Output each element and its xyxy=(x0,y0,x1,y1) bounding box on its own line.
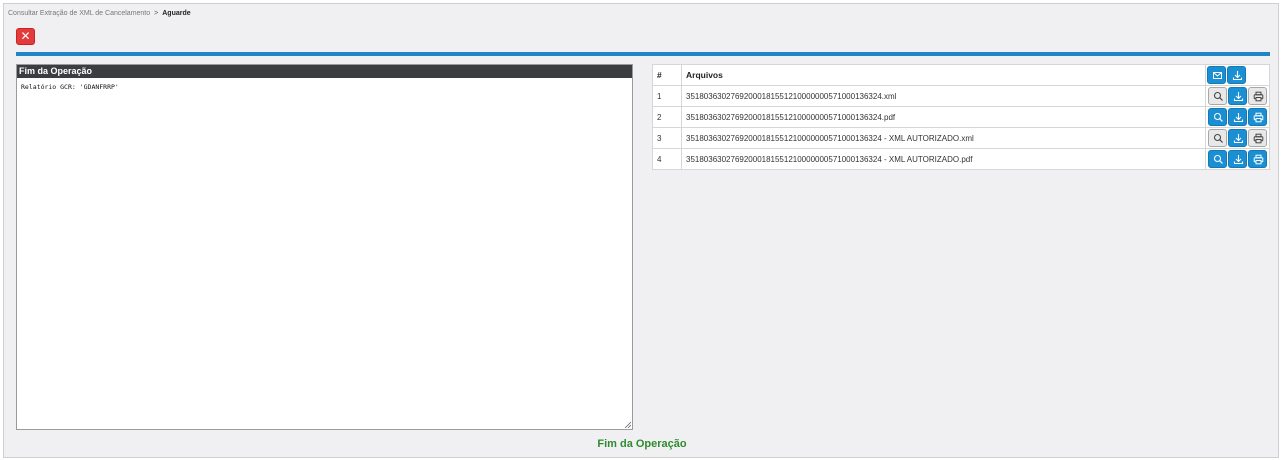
table-row: 1 351803630276920001815512100000005710001… xyxy=(652,85,1270,107)
email-all-button[interactable] xyxy=(1206,66,1226,84)
close-button[interactable]: ✕ xyxy=(16,28,35,45)
breadcrumb-current: Aguarde xyxy=(162,10,191,17)
file-name: 3518036302769200018155121000000057100013… xyxy=(681,127,1206,149)
search-icon xyxy=(1213,91,1223,101)
status-text: Fim da Operação xyxy=(597,438,687,450)
print-button[interactable] xyxy=(1248,87,1267,105)
file-name: 3518036302769200018155121000000057100013… xyxy=(681,106,1206,128)
download-all-button[interactable] xyxy=(1226,66,1246,84)
download-icon xyxy=(1233,134,1244,144)
column-header-num: # xyxy=(652,64,682,86)
breadcrumb-separator: > xyxy=(154,10,159,17)
row-number: 1 xyxy=(652,85,682,107)
files-table-header: # Arquivos xyxy=(652,64,1270,86)
log-panel-title: Fim da Operação xyxy=(17,65,632,78)
printer-icon xyxy=(1253,112,1264,123)
resize-handle-icon[interactable] xyxy=(624,421,631,428)
view-button[interactable] xyxy=(1208,108,1227,126)
row-actions xyxy=(1205,106,1270,128)
download-icon xyxy=(1233,92,1244,102)
view-button[interactable] xyxy=(1208,150,1227,168)
print-button[interactable] xyxy=(1248,150,1267,168)
view-button[interactable] xyxy=(1208,129,1227,147)
close-icon: ✕ xyxy=(20,29,31,43)
log-panel-content[interactable]: Relatório GCR: 'GDANFRRP' xyxy=(17,78,632,96)
printer-icon xyxy=(1253,91,1264,102)
download-button[interactable] xyxy=(1228,129,1247,147)
download-button[interactable] xyxy=(1228,150,1247,168)
search-icon xyxy=(1213,133,1223,143)
files-table: # Arquivos 1 3518036302769200018155121000… xyxy=(652,64,1270,170)
envelope-icon xyxy=(1212,72,1222,79)
breadcrumb: Consultar Extração de XML de Cancelament… xyxy=(8,10,191,17)
file-name: 3518036302769200018155121000000057100013… xyxy=(681,148,1206,170)
table-row: 4 351803630276920001815512100000005710001… xyxy=(652,148,1270,170)
view-button[interactable] xyxy=(1208,87,1227,105)
row-actions xyxy=(1205,148,1270,170)
row-number: 4 xyxy=(652,148,682,170)
download-icon xyxy=(1233,155,1244,165)
row-number: 2 xyxy=(652,106,682,128)
row-actions xyxy=(1205,127,1270,149)
search-icon xyxy=(1213,112,1223,122)
print-button[interactable] xyxy=(1248,108,1267,126)
column-header-files: Arquivos xyxy=(681,64,1206,86)
printer-icon xyxy=(1253,133,1264,144)
log-panel: Fim da Operação Relatório GCR: 'GDANFRRP… xyxy=(16,64,633,430)
row-actions xyxy=(1205,85,1270,107)
row-number: 3 xyxy=(652,127,682,149)
download-button[interactable] xyxy=(1228,108,1247,126)
download-button[interactable] xyxy=(1228,87,1247,105)
download-icon xyxy=(1232,71,1242,81)
main-frame: Consultar Extração de XML de Cancelament… xyxy=(3,3,1279,458)
breadcrumb-parent[interactable]: Consultar Extração de XML de Cancelament… xyxy=(8,10,150,17)
printer-icon xyxy=(1253,154,1264,165)
divider-bar xyxy=(16,52,1270,56)
print-button[interactable] xyxy=(1248,129,1267,147)
table-row: 2 351803630276920001815512100000005710001… xyxy=(652,106,1270,128)
download-icon xyxy=(1233,113,1244,123)
table-row: 3 351803630276920001815512100000005710001… xyxy=(652,127,1270,149)
search-icon xyxy=(1213,154,1223,164)
column-header-actions xyxy=(1205,64,1270,86)
file-name: 3518036302769200018155121000000057100013… xyxy=(681,85,1206,107)
